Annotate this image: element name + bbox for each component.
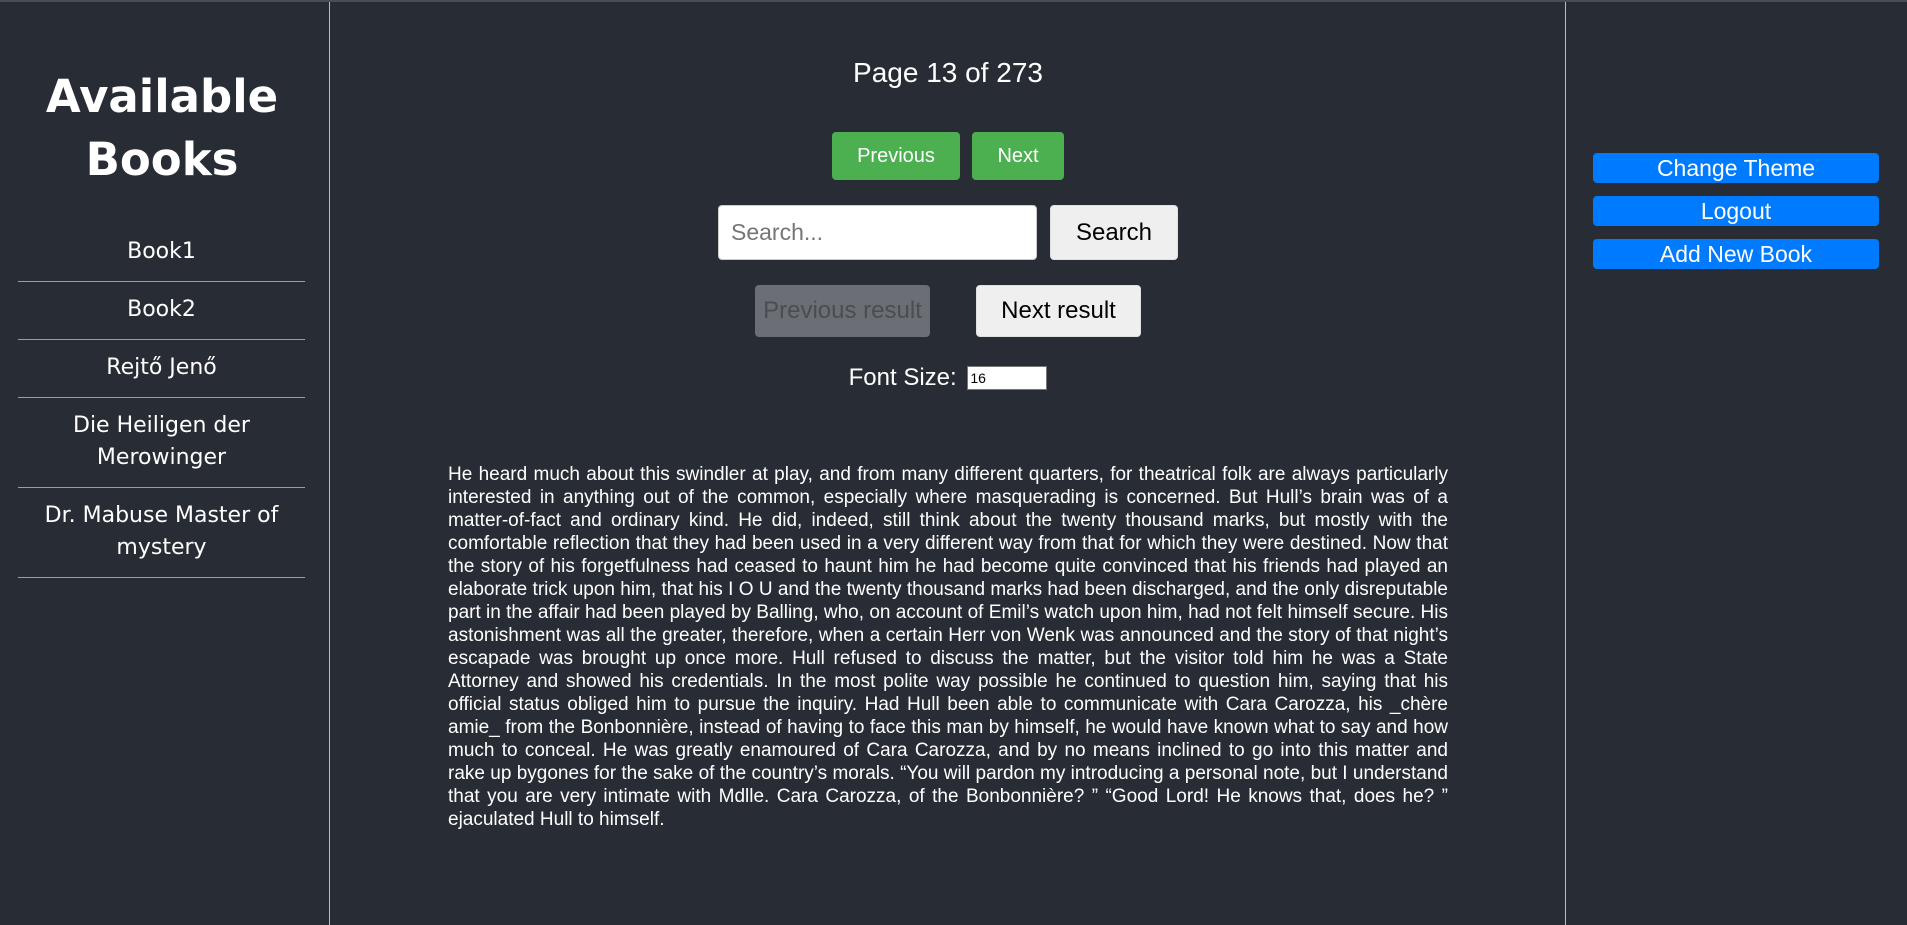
books-sidebar: Available Books Book1 Book2 Rejtő Jenő D… xyxy=(0,2,330,925)
logout-button[interactable]: Logout xyxy=(1593,196,1879,226)
page-indicator: Page 13 of 273 xyxy=(853,57,1043,88)
font-size-input[interactable] xyxy=(967,365,1048,390)
previous-result-button[interactable]: Previous result xyxy=(755,285,930,337)
previous-page-button[interactable]: Previous xyxy=(832,132,960,180)
search-button[interactable]: Search xyxy=(1050,205,1178,260)
sidebar-title: Available Books xyxy=(45,70,279,186)
search-input[interactable] xyxy=(718,205,1037,260)
book-item-rejto-jeno[interactable]: Rejtő Jenő xyxy=(18,340,305,398)
reader-main: Page 13 of 273 Previous Next Search Prev… xyxy=(331,2,1565,925)
book-page-text: He heard much about this swindler at pla… xyxy=(448,464,1448,830)
next-result-button[interactable]: Next result xyxy=(976,285,1141,337)
book-item-dr-mabuse[interactable]: Dr. Mabuse Master of mystery xyxy=(18,488,305,578)
book-item-die-heiligen[interactable]: Die Heiligen der Merowinger xyxy=(18,398,305,488)
book-item-book2[interactable]: Book2 xyxy=(18,282,305,340)
app-window: Available Books Book1 Book2 Rejtő Jenő D… xyxy=(0,0,1907,925)
book-item-book1[interactable]: Book1 xyxy=(18,224,305,282)
book-list: Book1 Book2 Rejtő Jenő Die Heiligen der … xyxy=(18,224,305,578)
font-size-label: Font Size: xyxy=(848,364,957,391)
font-size-control: Font Size: xyxy=(331,364,1565,392)
actions-panel: Change Theme Logout Add New Book xyxy=(1565,2,1907,925)
next-page-button[interactable]: Next xyxy=(972,132,1064,180)
change-theme-button[interactable]: Change Theme xyxy=(1593,153,1879,183)
add-new-book-button[interactable]: Add New Book xyxy=(1593,239,1879,269)
